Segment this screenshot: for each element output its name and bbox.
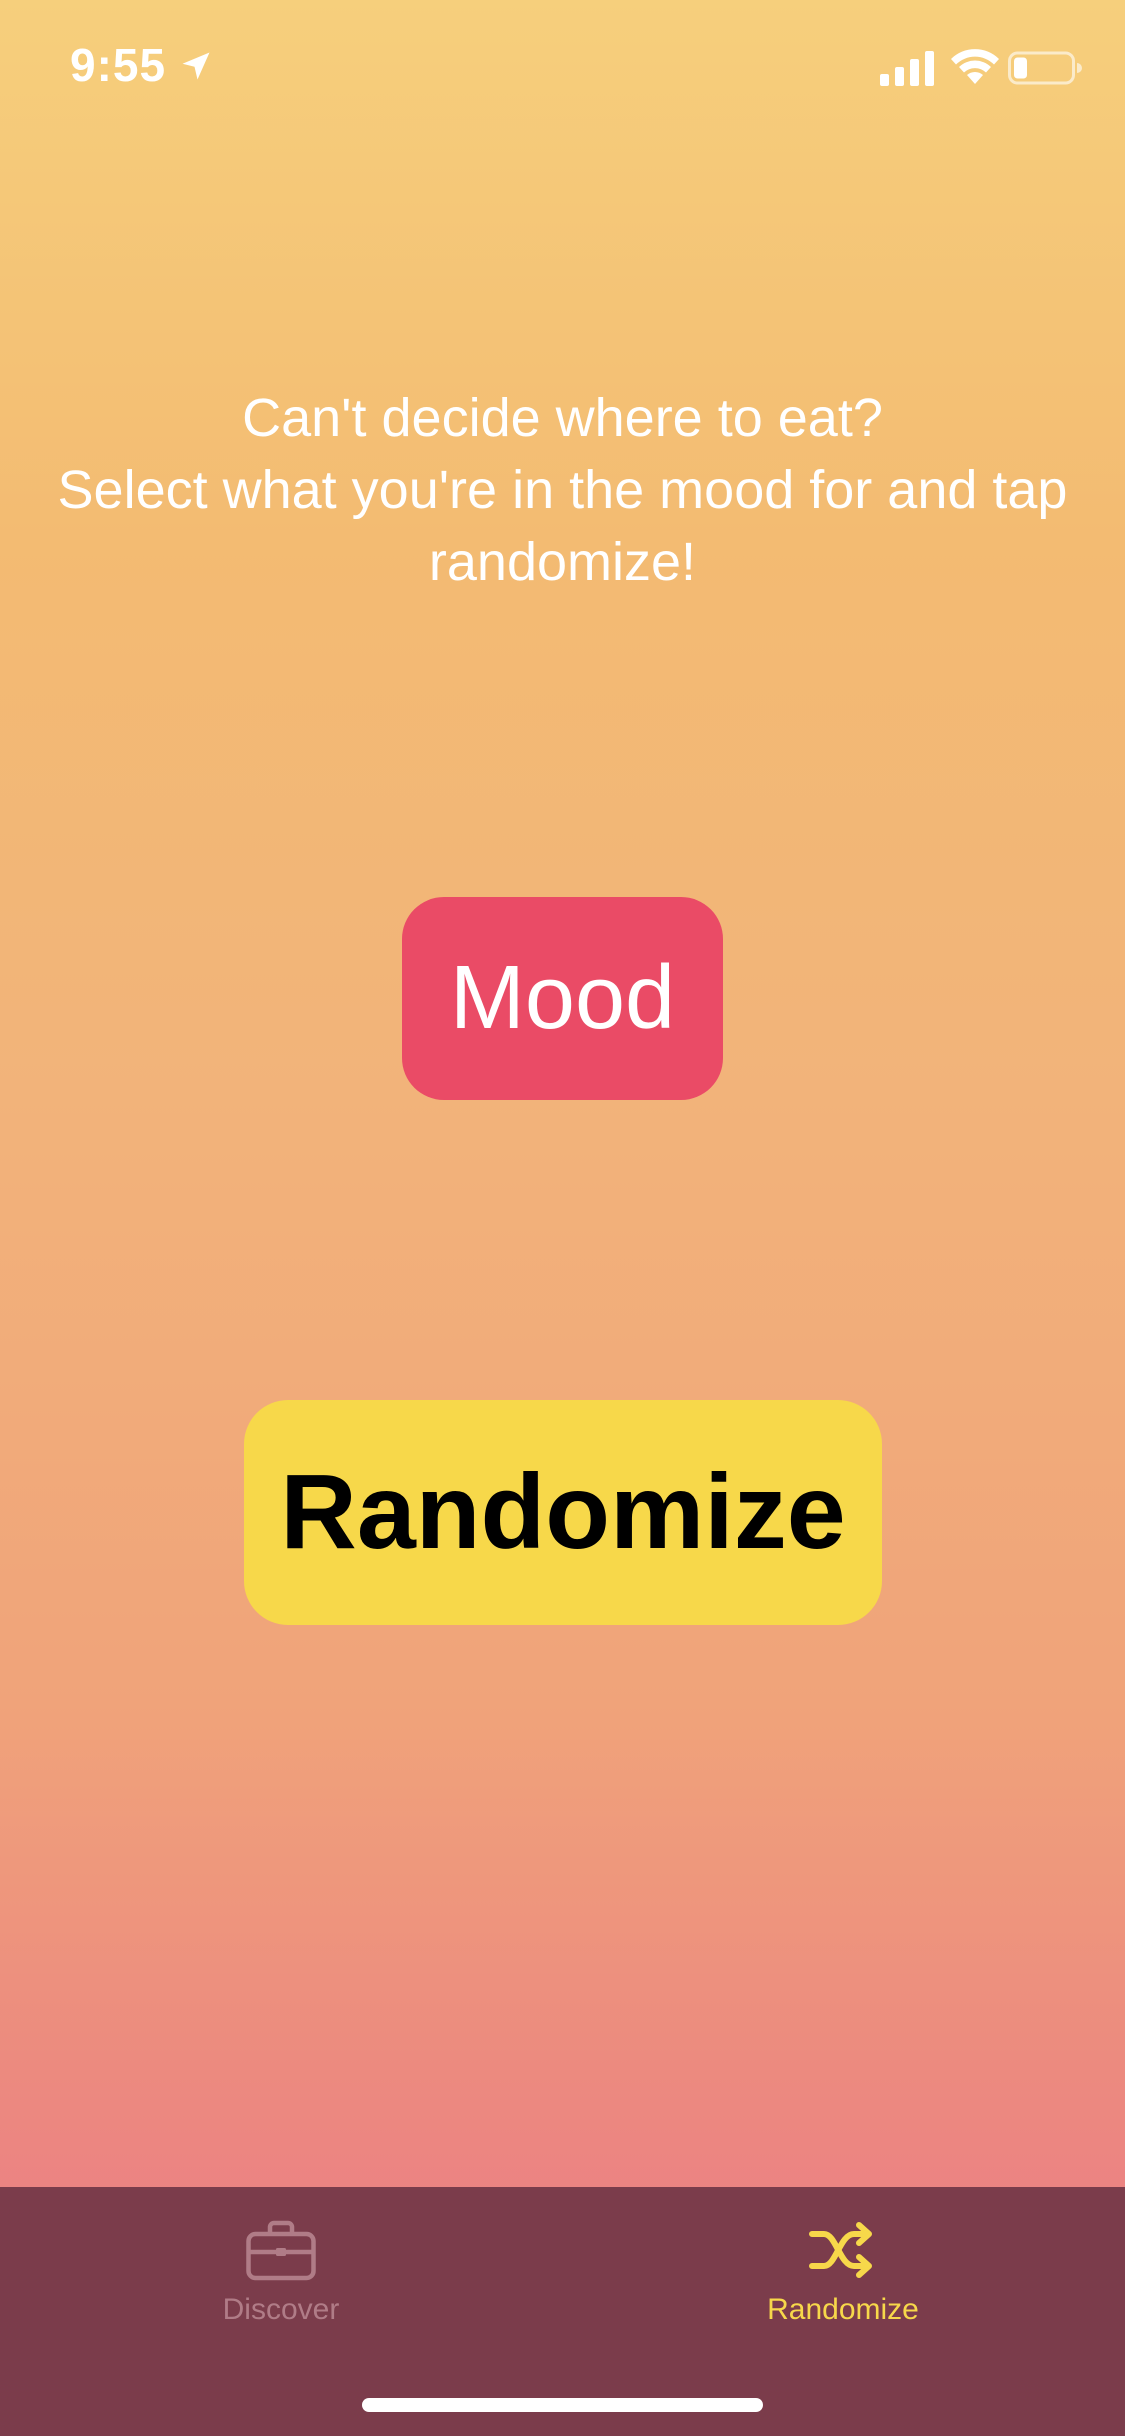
shuffle-icon bbox=[809, 2222, 872, 2278]
instructions-line-1: Can't decide where to eat? bbox=[242, 388, 883, 448]
instructions-line-3: randomize! bbox=[428, 532, 697, 592]
battery-icon bbox=[1008, 51, 1082, 85]
briefcase-icon bbox=[246, 2220, 316, 2281]
mood-button-label: Mood bbox=[449, 948, 676, 1048]
cellular-signal-icon bbox=[880, 51, 934, 86]
wifi-icon bbox=[951, 49, 999, 84]
instructions-text: Can't decide where to eat? Select what y… bbox=[0, 382, 1125, 598]
location-arrow-icon bbox=[182, 52, 210, 80]
status-time: 9:55 bbox=[70, 39, 167, 91]
tab-randomize-label: Randomize bbox=[767, 2293, 919, 2326]
instructions-line-2: Select what you're in the mood for and t… bbox=[57, 460, 1068, 520]
randomize-button-label: Randomize bbox=[280, 1453, 846, 1571]
status-bar: 9:55 bbox=[0, 0, 1125, 132]
randomize-button[interactable]: Randomize bbox=[244, 1400, 882, 1625]
tab-randomize[interactable]: Randomize bbox=[693, 2187, 993, 2357]
mood-button[interactable]: Mood bbox=[402, 897, 723, 1100]
tab-bar: Discover Randomize bbox=[0, 2187, 1125, 2436]
home-indicator[interactable] bbox=[362, 2398, 763, 2412]
tab-discover[interactable]: Discover bbox=[131, 2187, 431, 2357]
randomize-screen: 9:55 Can't decide where to eat? Select w… bbox=[0, 0, 1125, 2436]
tab-discover-label: Discover bbox=[222, 2293, 340, 2326]
